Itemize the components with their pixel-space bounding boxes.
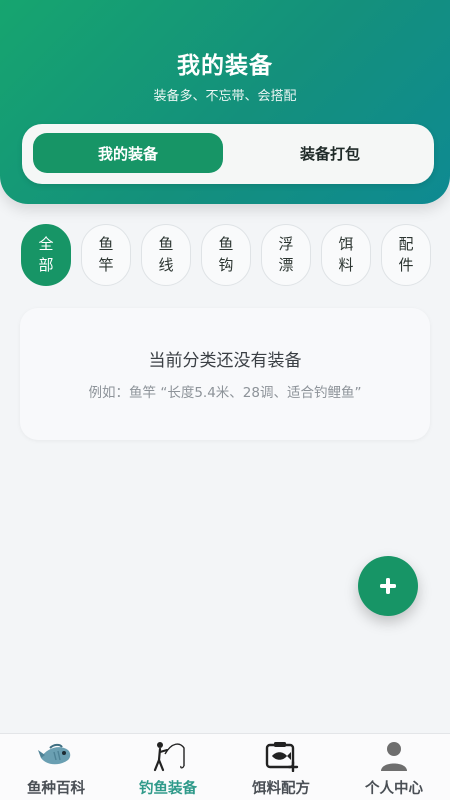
category-chip-label: 饵料 <box>338 235 354 274</box>
tabbar-item-bait-recipes[interactable]: 饵料配方 <box>225 734 337 800</box>
angler-icon <box>153 742 185 772</box>
tab-my-gear[interactable]: 我的装备 <box>33 133 223 173</box>
tab-packing[interactable]: 装备打包 <box>237 133 423 173</box>
category-chip-bait[interactable]: 饵料 <box>321 224 371 286</box>
page-subtitle: 装备多、不忘带、会搭配 <box>153 89 297 104</box>
segmented-control: 我的装备 装备打包 <box>22 124 434 184</box>
tabbar-item-fish-encyclopedia[interactable]: 鱼种百科 <box>0 734 112 800</box>
plus-icon <box>380 578 396 594</box>
category-chip-label: 鱼竿 <box>98 235 114 274</box>
page-header: 我的装备 装备多、不忘带、会搭配 我的装备 装备打包 <box>0 0 450 204</box>
add-gear-button[interactable] <box>358 556 418 616</box>
category-chip-label: 配件 <box>398 235 414 274</box>
category-chip-label: 浮漂 <box>278 235 294 274</box>
page-title: 我的装备 <box>177 53 273 79</box>
tabbar-label: 个人中心 <box>365 781 423 797</box>
category-chip-hook[interactable]: 鱼钩 <box>201 224 251 286</box>
category-chip-accessories[interactable]: 配件 <box>381 224 431 286</box>
empty-state-card: 当前分类还没有装备 例如：鱼竿 “长度5.4米、28调、适合钓鲤鱼” <box>20 308 430 440</box>
fish-icon <box>38 743 71 765</box>
tabbar-label: 钓鱼装备 <box>139 781 197 797</box>
person-icon <box>381 742 407 771</box>
category-chip-rod[interactable]: 鱼竿 <box>81 224 131 286</box>
category-chip-label: 全部 <box>38 235 54 274</box>
category-chip-line[interactable]: 鱼线 <box>141 224 191 286</box>
bottom-tab-bar: 鱼种百科 钓鱼装备 饵料配方 个人中心 <box>0 733 450 800</box>
tabbar-label: 鱼种百科 <box>27 781 85 797</box>
category-chip-all[interactable]: 全部 <box>21 224 71 286</box>
bait-box-icon <box>265 742 299 772</box>
tabbar-item-profile[interactable]: 个人中心 <box>338 734 450 800</box>
tabbar-item-fishing-gear[interactable]: 钓鱼装备 <box>112 734 224 800</box>
empty-state-hint: 例如：鱼竿 “长度5.4米、28调、适合钓鲤鱼” <box>88 385 362 401</box>
tabbar-label: 饵料配方 <box>252 781 310 797</box>
category-chip-float[interactable]: 浮漂 <box>261 224 311 286</box>
category-chip-label: 鱼钩 <box>218 235 234 274</box>
category-filter: 全部 鱼竿 鱼线 鱼钩 浮漂 饵料 配件 <box>21 224 441 288</box>
empty-state-title: 当前分类还没有装备 <box>148 351 302 371</box>
category-chip-label: 鱼线 <box>158 235 174 274</box>
